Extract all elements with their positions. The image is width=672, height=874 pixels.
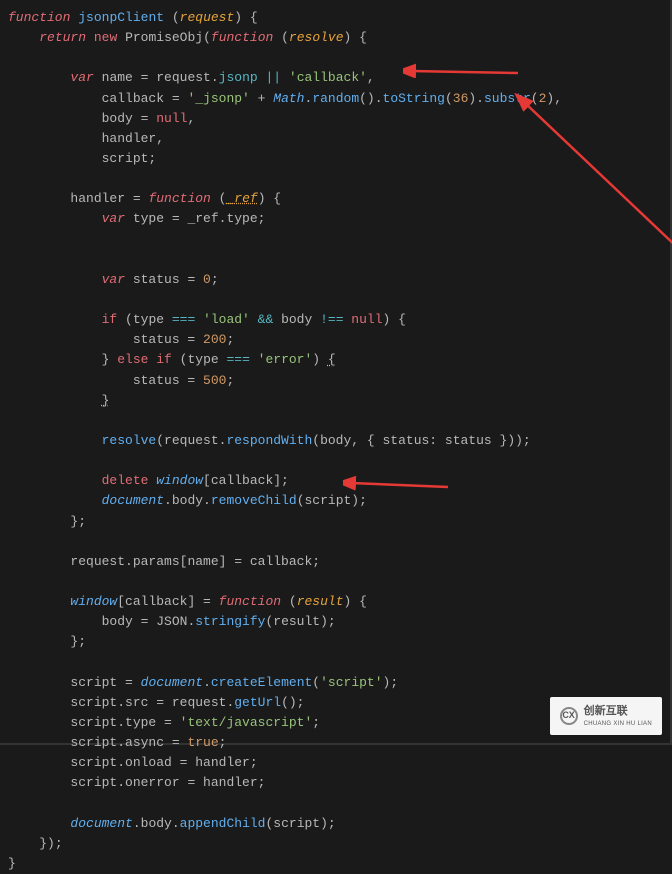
function-name: jsonpClient	[78, 10, 164, 25]
watermark-badge: CX 创新互联 CHUANG XIN HU LIAN	[550, 697, 662, 735]
ctor: PromiseObj(	[125, 30, 211, 45]
code-content: function jsonpClient (request) { return …	[8, 8, 662, 874]
keyword-new: new	[94, 30, 117, 45]
keyword-function: function	[8, 10, 70, 25]
watermark-subtext: CHUANG XIN HU LIAN	[584, 720, 652, 729]
watermark-icon: CX	[560, 707, 578, 725]
watermark-text: 创新互联	[584, 703, 652, 720]
param: request	[180, 10, 235, 25]
code-block: function jsonpClient (request) { return …	[8, 8, 662, 874]
param: resolve	[289, 30, 344, 45]
keyword-function: function	[211, 30, 273, 45]
keyword-var: var	[70, 70, 93, 85]
keyword-return: return	[39, 30, 86, 45]
